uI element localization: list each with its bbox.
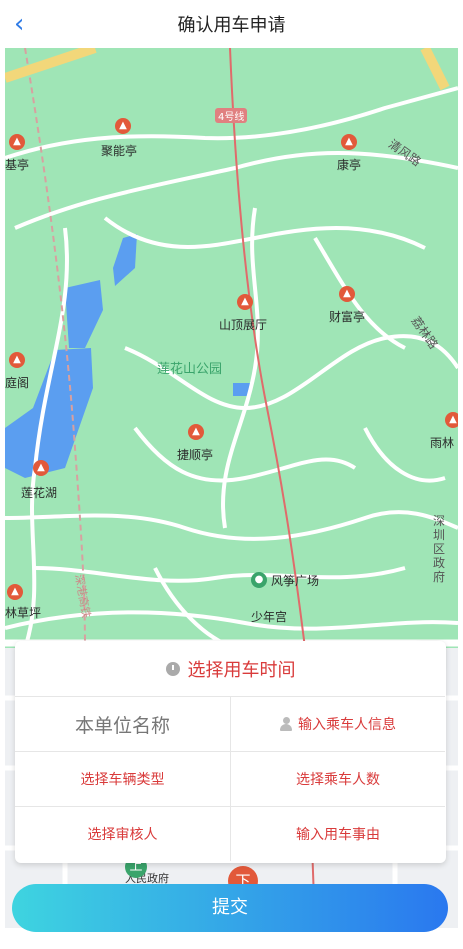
road-label: 深圳区政府: [433, 514, 446, 584]
pavilion-icon[interactable]: ▲: [9, 134, 25, 150]
time-select-row[interactable]: 选择用车时间: [15, 641, 446, 696]
poi-label: 基亭: [5, 158, 30, 172]
passenger-info-label: 输入乘车人信息: [298, 717, 396, 733]
trip-form-card: 选择用车时间 本单位名称 输入乘车人信息 选择车辆类型 选择乘车人数 选择审核人…: [15, 641, 446, 863]
person-icon: [280, 717, 292, 731]
page-title: 确认用车申请: [177, 15, 286, 36]
poi-label: 财富亭: [329, 310, 366, 324]
vehicle-type-select[interactable]: 选择车辆类型: [15, 751, 230, 806]
unit-name-field[interactable]: 本单位名称: [15, 696, 230, 751]
clock-icon: [165, 661, 180, 676]
pavilion-icon[interactable]: ▲: [115, 118, 131, 134]
poi-label: 聚能亭: [101, 144, 138, 158]
poi-label: 林草坪: [5, 606, 42, 620]
poi-label: 庭阁: [5, 376, 30, 390]
submit-button[interactable]: 提交: [12, 884, 448, 932]
poi-label: 雨林: [430, 436, 455, 450]
square-icon[interactable]: ●: [251, 572, 267, 588]
passenger-info-field[interactable]: 输入乘车人信息: [230, 696, 445, 751]
park-label: 莲花山公园: [157, 362, 223, 377]
metro-line-label: 4号线: [215, 108, 248, 123]
time-select-label: 选择用车时间: [187, 659, 296, 681]
header-bar: ‹ 确认用车申请: [0, 0, 463, 48]
lake-icon[interactable]: ▲: [33, 460, 49, 476]
exhibit-icon[interactable]: ▲: [237, 294, 253, 310]
pavilion-icon[interactable]: ▲: [7, 584, 23, 600]
pavilion-icon[interactable]: ▲: [188, 424, 204, 440]
poi-label: 康亭: [337, 158, 362, 172]
pavilion-icon[interactable]: ▲: [339, 286, 355, 302]
reviewer-select[interactable]: 选择审核人: [15, 806, 230, 861]
pavilion-icon[interactable]: ▲: [9, 352, 25, 368]
passenger-count-select[interactable]: 选择乘车人数: [230, 751, 445, 806]
reason-field[interactable]: 输入用车事由: [230, 806, 445, 861]
form-grid: 本单位名称 输入乘车人信息 选择车辆类型 选择乘车人数 选择审核人 输入用车事由: [15, 696, 446, 863]
poi-label: 莲花湖: [21, 486, 58, 500]
poi-label: 少年宫: [251, 610, 288, 624]
pavilion-icon[interactable]: ▲: [445, 412, 458, 428]
poi-label: 风筝广场: [271, 574, 320, 588]
poi-label: 捷顺亭: [177, 448, 214, 462]
poi-label: 山顶展厅: [219, 318, 268, 332]
pavilion-icon[interactable]: ▲: [341, 134, 357, 150]
